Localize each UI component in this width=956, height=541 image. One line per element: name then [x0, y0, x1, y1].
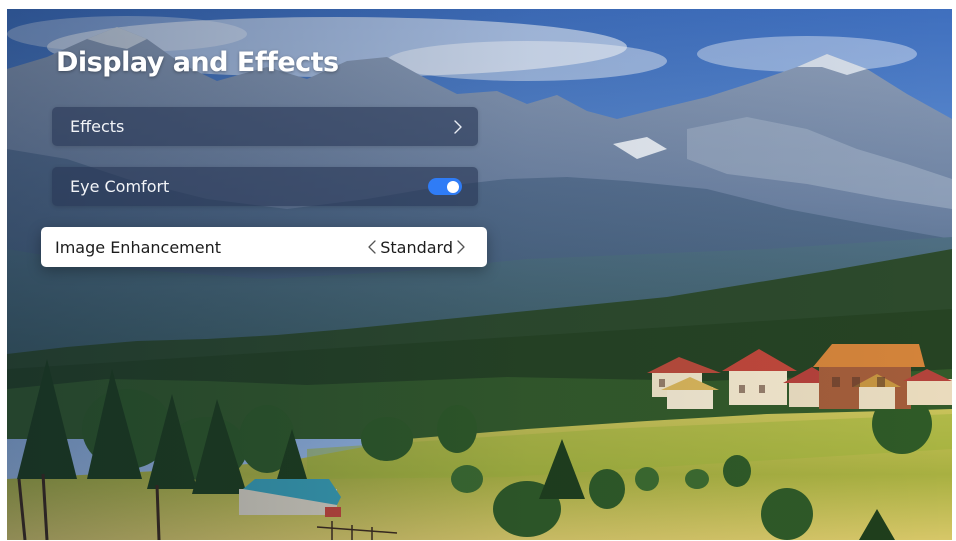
eye-comfort-toggle[interactable]: [428, 178, 462, 195]
menu-item-label: Eye Comfort: [70, 177, 170, 196]
chevron-right-icon: [454, 119, 462, 135]
menu-item-effects[interactable]: Effects: [52, 107, 478, 146]
toggle-knob: [447, 180, 459, 193]
value-selector[interactable]: Standard: [368, 238, 465, 257]
menu-item-label: Image Enhancement: [55, 237, 222, 257]
tv-settings-screen: Display and Effects Effects Eye Comfort …: [7, 9, 952, 540]
chevron-right-icon[interactable]: [457, 239, 465, 255]
menu-item-eye-comfort[interactable]: Eye Comfort: [52, 167, 478, 206]
chevron-left-icon[interactable]: [368, 239, 376, 255]
selected-value: Standard: [380, 237, 453, 257]
menu-item-label: Effects: [70, 117, 125, 136]
menu-item-image-enhancement[interactable]: Image Enhancement Standard: [41, 227, 487, 267]
page-title: Display and Effects: [56, 47, 339, 78]
wallpaper-landscape: [7, 9, 952, 540]
